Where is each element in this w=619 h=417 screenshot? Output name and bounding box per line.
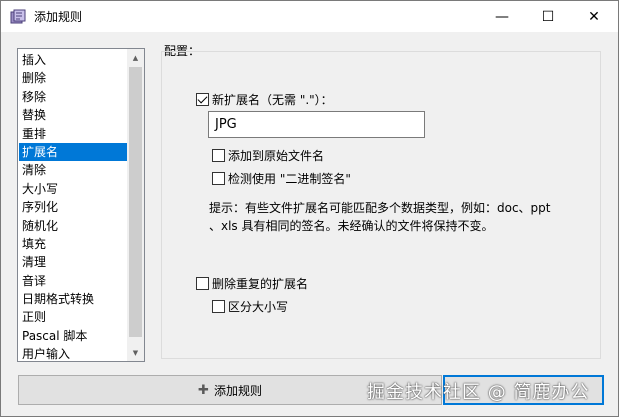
hint-line-1: 提示：有些文件扩展名可能匹配多个数据类型，例如：doc、ppt <box>209 201 551 215</box>
list-item-regex[interactable]: 正则 <box>19 308 129 326</box>
extension-input[interactable]: JPG <box>208 111 425 138</box>
remove-duplicate-label: 删除重复的扩展名 <box>212 277 309 291</box>
list-item-case[interactable]: 大小写 <box>19 180 129 198</box>
list-item-user-input[interactable]: 用户输入 <box>19 345 129 361</box>
list-item-insert[interactable]: 插入 <box>19 51 129 69</box>
list-item-pascal-script[interactable]: Pascal 脚本 <box>19 327 129 345</box>
list-item-reformat-date[interactable]: 日期格式转换 <box>19 290 129 308</box>
add-rule-label: 添加规则 <box>213 383 262 398</box>
list-item-cleanup[interactable]: 清理 <box>19 253 129 271</box>
list-item-replace[interactable]: 替换 <box>19 106 129 124</box>
detect-binary-label: 检测使用 "二进制签名" <box>228 172 351 186</box>
list-item-randomize[interactable]: 随机化 <box>19 217 129 235</box>
append-to-original-option[interactable]: 添加到原始文件名 <box>212 147 324 164</box>
minimize-button[interactable]: — <box>479 1 525 32</box>
detect-binary-checkbox[interactable] <box>212 172 225 185</box>
new-extension-option[interactable]: 新扩展名（无需 "."）： <box>196 91 333 108</box>
scroll-down-arrow-icon[interactable]: ▼ <box>127 344 144 361</box>
list-item-rearrange[interactable]: 重排 <box>19 125 129 143</box>
plus-icon: ✚ <box>198 382 209 398</box>
title-bar: 添加规则 — ☐ ✕ <box>1 1 618 32</box>
window-title: 添加规则 <box>34 10 83 24</box>
scrollbar-thumb[interactable] <box>129 67 142 337</box>
list-item-extension[interactable]: 扩展名 <box>19 142 129 162</box>
add-rule-dialog: 添加规则 — ☐ ✕ 插入 删除 移除 替换 重排 扩展名 清除 大小写 序列化… <box>0 0 619 417</box>
remove-duplicate-checkbox[interactable] <box>196 277 209 290</box>
hint-text: 提示：有些文件扩展名可能匹配多个数据类型，例如：doc、ppt 、xls 具有相… <box>209 199 589 235</box>
maximize-icon: ☐ <box>541 8 555 25</box>
list-item-remove[interactable]: 移除 <box>19 88 129 106</box>
close-button[interactable]: ✕ <box>571 1 617 32</box>
hint-line-2: 、xls 具有相同的签名。未经确认的文件将保持不变。 <box>209 219 494 233</box>
new-extension-label: 新扩展名（无需 "."）： <box>212 93 333 107</box>
list-item-padding[interactable]: 填充 <box>19 235 129 253</box>
new-extension-checkbox[interactable] <box>196 93 209 106</box>
append-to-original-checkbox[interactable] <box>212 149 225 162</box>
list-item-strip[interactable]: 清除 <box>19 161 129 179</box>
detect-binary-option[interactable]: 检测使用 "二进制签名" <box>212 170 351 187</box>
minimize-icon: — <box>495 8 509 25</box>
app-icon <box>10 9 26 23</box>
scroll-up-arrow-icon[interactable]: ▲ <box>127 49 144 66</box>
case-sensitive-label: 区分大小写 <box>228 300 289 314</box>
list-item-delete[interactable]: 删除 <box>19 69 129 87</box>
rules-listbox[interactable]: 插入 删除 移除 替换 重排 扩展名 清除 大小写 序列化 随机化 填充 清理 … <box>17 48 145 362</box>
close-icon: ✕ <box>588 8 600 25</box>
append-to-original-label: 添加到原始文件名 <box>228 149 325 163</box>
case-sensitive-option[interactable]: 区分大小写 <box>212 298 288 315</box>
watermark: 掘金技术社区 @ 简鹿办公 <box>367 382 590 403</box>
list-scrollbar[interactable]: ▲ ▼ <box>127 49 144 361</box>
rules-list-items: 插入 删除 移除 替换 重排 扩展名 清除 大小写 序列化 随机化 填充 清理 … <box>19 51 129 361</box>
list-item-serialize[interactable]: 序列化 <box>19 198 129 216</box>
remove-duplicate-option[interactable]: 删除重复的扩展名 <box>196 275 308 292</box>
maximize-button[interactable]: ☐ <box>525 1 571 32</box>
case-sensitive-checkbox[interactable] <box>212 300 225 313</box>
list-item-transliterate[interactable]: 音译 <box>19 272 129 290</box>
